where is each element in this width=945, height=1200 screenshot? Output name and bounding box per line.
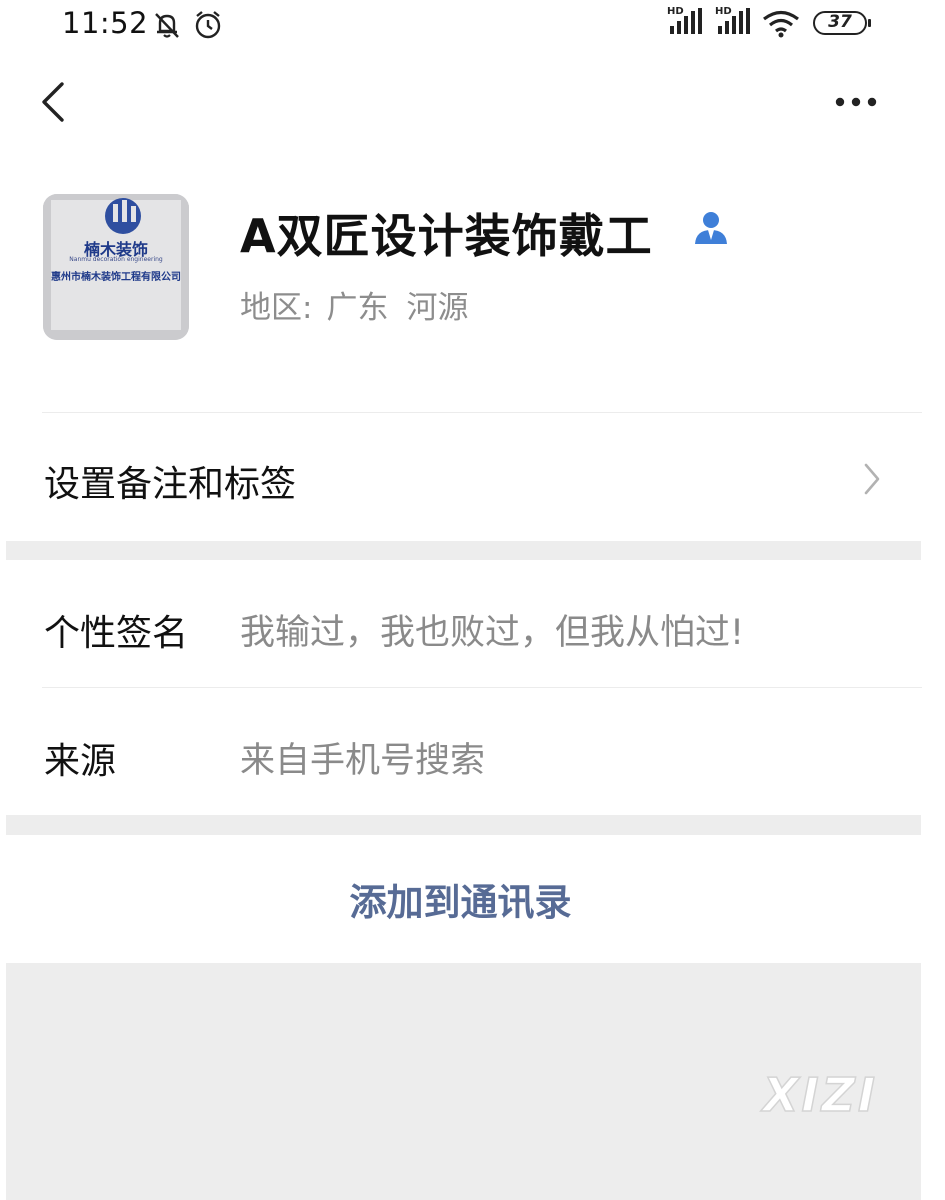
region-province: 广东 bbox=[326, 290, 389, 326]
region-city: 河源 bbox=[406, 290, 469, 326]
alarm-clock-icon bbox=[195, 11, 221, 39]
avatar-company: 惠州市楠木装饰工程有限公司 bbox=[51, 272, 181, 283]
watermark: XIZI bbox=[762, 1067, 879, 1123]
wifi-icon bbox=[763, 10, 799, 38]
signature-label: 个性签名 bbox=[44, 613, 189, 654]
avatar[interactable]: 楠木装饰 Nanmu decoration engineering 惠州市楠木装… bbox=[43, 194, 189, 340]
signature-value: 我输过，我也败过，但我从怕过! bbox=[240, 613, 745, 653]
bell-muted-icon bbox=[155, 13, 179, 38]
section-gap bbox=[6, 541, 921, 560]
region-line: 地区: 广东 河源 bbox=[240, 282, 468, 327]
region-label: 地区: bbox=[240, 290, 313, 326]
set-remark-and-tags-row[interactable]: 设置备注和标签 bbox=[0, 413, 920, 541]
back-arrow-icon[interactable] bbox=[36, 80, 76, 124]
add-to-contacts-button[interactable]: 添加到通讯录 bbox=[0, 835, 921, 963]
contact-name: A双匠设计装饰戴工 bbox=[240, 209, 653, 263]
signal-icon-2: HD bbox=[715, 6, 751, 36]
status-bar: 11:52 HD HD 37 bbox=[0, 0, 945, 50]
company-logo-icon bbox=[43, 194, 189, 340]
status-time: 11:52 bbox=[62, 6, 149, 40]
person-icon bbox=[695, 212, 727, 244]
avatar-subtitle: Nanmu decoration engineering bbox=[69, 256, 163, 263]
battery-indicator: 37 bbox=[813, 11, 871, 35]
more-options-icon[interactable] bbox=[830, 88, 882, 116]
signal-icon-1: HD bbox=[667, 6, 703, 36]
set-remark-label: 设置备注和标签 bbox=[44, 464, 297, 505]
section-gap bbox=[6, 815, 921, 835]
source-row: 来源 来自手机号搜索 bbox=[0, 688, 921, 815]
signature-row: 个性签名 我输过，我也败过，但我从怕过! bbox=[0, 560, 921, 688]
source-label: 来源 bbox=[44, 741, 117, 782]
source-value: 来自手机号搜索 bbox=[240, 741, 486, 781]
chevron-right-icon bbox=[864, 463, 880, 495]
